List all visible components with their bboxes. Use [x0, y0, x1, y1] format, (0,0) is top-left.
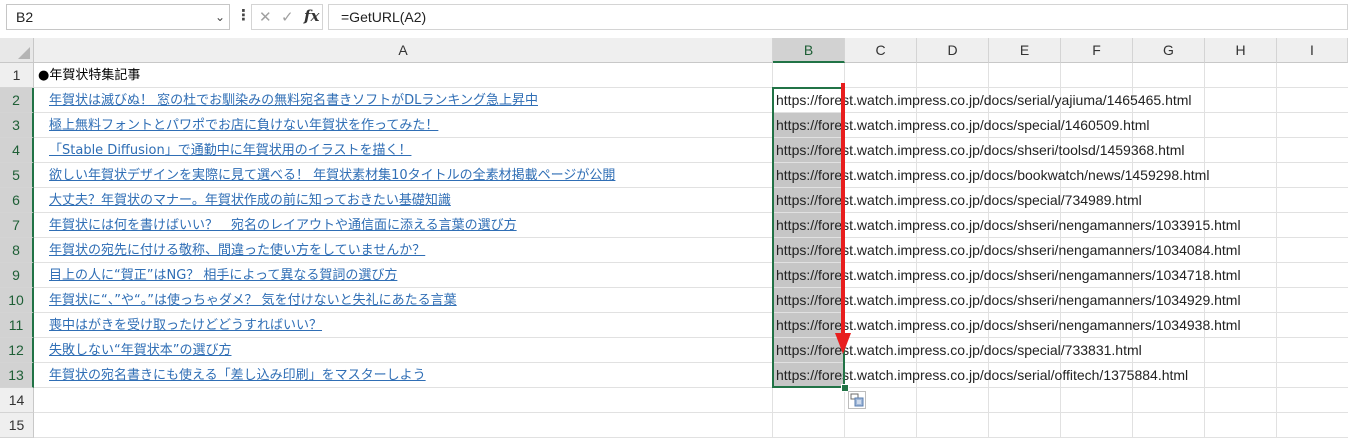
column-header-f[interactable]: F	[1061, 38, 1133, 63]
fill-down-arrow	[835, 83, 851, 354]
row-header-13[interactable]: 13	[0, 363, 34, 388]
name-box[interactable]: B2 ⌄	[6, 4, 230, 30]
column-header-g[interactable]: G	[1133, 38, 1205, 63]
row-header-4[interactable]: 4	[0, 138, 34, 163]
cell-a-link[interactable]: 年賀状の宛名書きにも使える「差し込み印刷」をマスターしよう	[49, 363, 426, 388]
cell-a-link[interactable]: 「Stable Diffusion」で通勤中に年賀状用のイラストを描く！	[49, 138, 411, 163]
row-header-6[interactable]: 6	[0, 188, 34, 213]
cell-a-link[interactable]: 目上の人に“賀正”はNG？ 相手によって異なる賀詞の選び方	[49, 263, 397, 288]
cell-a-link[interactable]: 年賀状の宛先に付ける敬称、間違った使い方をしていませんか？	[49, 238, 425, 263]
cell-a-link[interactable]: 喪中はがきを受け取ったけどどうすればいい？	[49, 313, 322, 338]
row-header-11[interactable]: 11	[0, 313, 34, 338]
column-header-i[interactable]: I	[1277, 38, 1348, 63]
cell-a-link[interactable]: 欲しい年賀状デザインを実際に見て選べる！ 年賀状素材集10タイトルの全素材掲載ペ…	[49, 163, 615, 188]
vertical-ellipsis-icon[interactable]: ⋮	[236, 6, 251, 24]
row-header-3[interactable]: 3	[0, 113, 34, 138]
cell-a1[interactable]: ●年賀状特集記事	[38, 63, 140, 88]
row-header-9[interactable]: 9	[0, 263, 34, 288]
check-icon[interactable]: ✓	[281, 8, 294, 26]
paste-options-icon[interactable]	[848, 391, 866, 409]
cross-icon[interactable]: ✕	[259, 8, 272, 26]
row-header-10[interactable]: 10	[0, 288, 34, 313]
column-header-h[interactable]: H	[1205, 38, 1277, 63]
row-header-2[interactable]: 2	[0, 88, 34, 113]
cell-a-link[interactable]: 年賀状には何を書けばいい？ 宛名のレイアウトや通信面に添える言葉の選び方	[49, 213, 517, 238]
row-header-7[interactable]: 7	[0, 213, 34, 238]
row-header-12[interactable]: 12	[0, 338, 34, 363]
chevron-down-icon[interactable]: ⌄	[215, 10, 225, 24]
cell-a-link[interactable]: 失敗しない“年賀状本”の選び方	[49, 338, 231, 363]
formula-input[interactable]: =GetURL(A2)	[328, 4, 1348, 30]
row-header-8[interactable]: 8	[0, 238, 34, 263]
cell-a-link[interactable]: 年賀状は滅びぬ！ 窓の杜でお馴染みの無料宛名書きソフトがDLランキング急上昇中	[49, 88, 538, 113]
row-header-15[interactable]: 15	[0, 413, 34, 438]
row-gridline	[34, 412, 1348, 413]
row-header-5[interactable]: 5	[0, 163, 34, 188]
formula-text: =GetURL(A2)	[341, 9, 427, 25]
spreadsheet-grid: A B C D E F G H I 1 2 3 4 5 6 7 8 9 10 11 12 13 14 15 ●年賀状特集記事 年賀…	[0, 38, 1348, 438]
column-header-b[interactable]: B	[773, 38, 845, 63]
name-box-value: B2	[16, 9, 34, 25]
formula-buttons: ✕ ✓ fx	[251, 4, 323, 30]
formula-bar-area: B2 ⌄ ⋮ ✕ ✓ fx =GetURL(A2)	[0, 0, 1348, 36]
column-header-c[interactable]: C	[845, 38, 917, 63]
cell-a-link[interactable]: 年賀状に“、”や“。”は使っちゃダメ？ 気を付けないと失礼にあたる言葉	[49, 288, 457, 313]
column-header-e[interactable]: E	[989, 38, 1061, 63]
column-gridline	[1276, 63, 1277, 438]
cell-a-link[interactable]: 大丈夫？年賀状のマナー。年賀状作成の前に知っておきたい基礎知識	[49, 188, 451, 213]
row-header-14[interactable]: 14	[0, 388, 34, 413]
column-header-d[interactable]: D	[917, 38, 989, 63]
cell-a-link[interactable]: 極上無料フォントとパワポでお店に負けない年賀状を作ってみた！	[49, 113, 438, 138]
column-header-a[interactable]: A	[34, 38, 773, 63]
row-header-1[interactable]: 1	[0, 63, 34, 88]
fx-icon[interactable]: fx	[304, 7, 319, 25]
select-all-button[interactable]	[0, 38, 34, 63]
